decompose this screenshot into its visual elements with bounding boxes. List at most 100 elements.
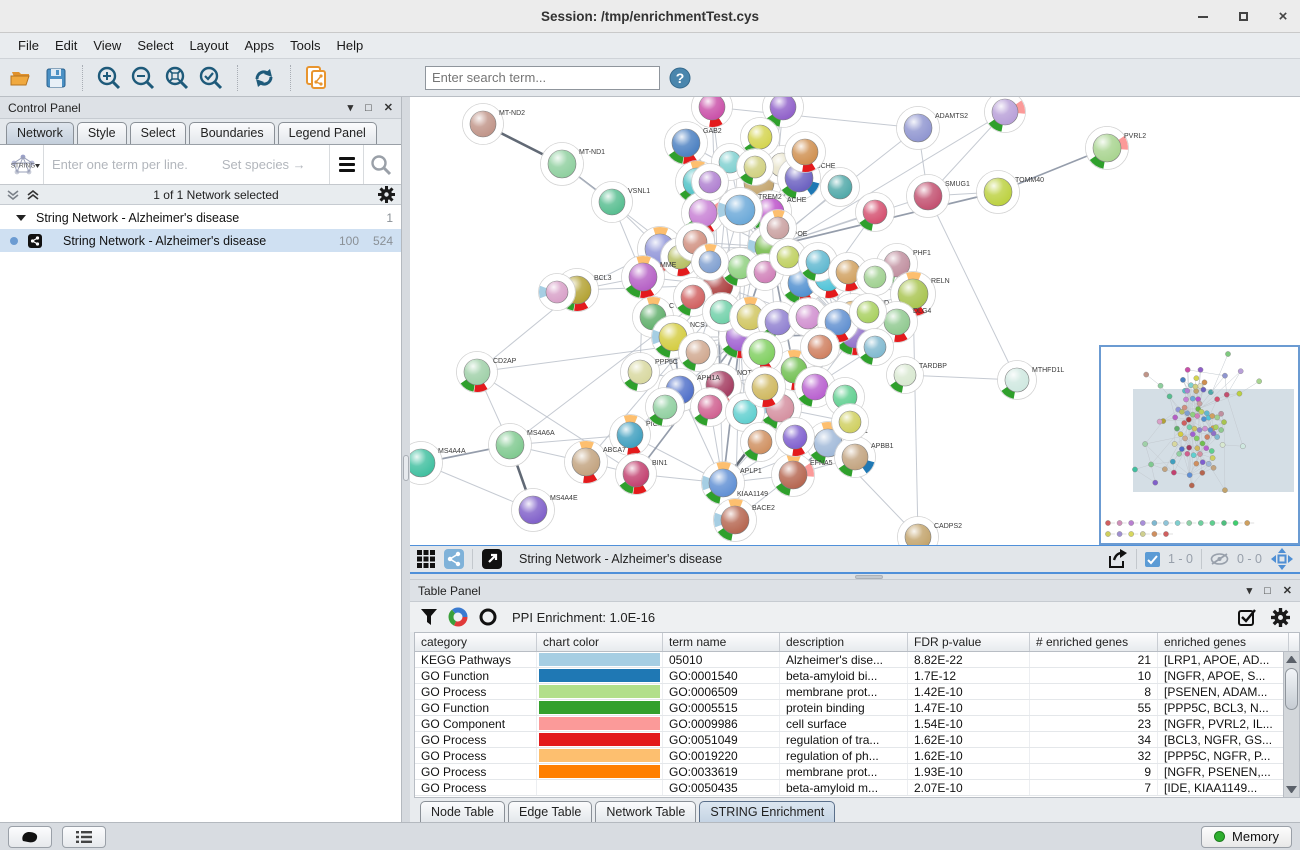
network-node[interactable]: MT-ND2	[463, 104, 526, 145]
network-node[interactable]: CADPS2	[898, 517, 963, 546]
scroll-up-icon[interactable]	[1286, 656, 1297, 663]
network-node[interactable]	[785, 132, 826, 173]
tasks-button[interactable]	[8, 826, 52, 848]
table-row[interactable]: GO ComponentGO:0009986cell surface1.54E-…	[415, 716, 1299, 732]
expand-all-icon[interactable]	[6, 188, 20, 202]
zoom-in-icon[interactable]	[95, 64, 123, 92]
export-network-icon[interactable]	[1106, 548, 1128, 570]
menu-file[interactable]: File	[10, 35, 47, 56]
scroll-thumb[interactable]	[1285, 668, 1298, 710]
network-node[interactable]	[801, 328, 840, 367]
network-node[interactable]	[985, 97, 1026, 133]
select-columns-icon[interactable]	[1238, 608, 1257, 627]
tab-string-enrichment[interactable]: STRING Enrichment	[699, 801, 835, 822]
network-node[interactable]	[821, 168, 860, 207]
tab-select[interactable]: Select	[130, 122, 187, 144]
table-row[interactable]: GO ProcessGO:0051049regulation of tra...…	[415, 732, 1299, 748]
column-header-FDR-p-value[interactable]: FDR p-value	[908, 633, 1030, 651]
minimize-button[interactable]	[1196, 10, 1210, 24]
vertical-splitter[interactable]	[402, 97, 410, 822]
table-scrollbar[interactable]	[1283, 652, 1299, 797]
network-node[interactable]	[741, 423, 780, 462]
network-node[interactable]	[745, 367, 786, 408]
table-panel-float-icon[interactable]: ▾	[1247, 584, 1253, 597]
column-header-enriched-genes[interactable]: enriched genes	[1158, 633, 1289, 651]
panel-float-icon[interactable]: ▾	[348, 101, 354, 114]
tab-style[interactable]: Style	[77, 122, 127, 144]
network-node[interactable]: MS4A6A	[489, 424, 555, 467]
help-icon[interactable]: ?	[666, 64, 694, 92]
table-row[interactable]: KEGG Pathways05010Alzheimer's dise...8.8…	[415, 652, 1299, 668]
column-header-category[interactable]: category	[415, 633, 537, 651]
menu-edit[interactable]: Edit	[47, 35, 85, 56]
network-node[interactable]	[692, 97, 733, 128]
copy-network-icon[interactable]	[303, 64, 331, 92]
network-node[interactable]: BIN1	[616, 454, 668, 495]
search-input[interactable]	[425, 66, 660, 90]
network-node[interactable]	[692, 244, 729, 281]
table-row[interactable]: GO ProcessGO:0050435beta-amyloid m...2.0…	[415, 780, 1299, 796]
network-node[interactable]: MME	[622, 256, 677, 299]
zoom-fit-icon[interactable]	[163, 64, 191, 92]
column-header-chart-color[interactable]: chart color	[537, 633, 663, 651]
scroll-down-icon[interactable]	[1286, 786, 1297, 793]
refresh-icon[interactable]	[250, 64, 278, 92]
share-network-icon[interactable]	[444, 549, 464, 569]
save-icon[interactable]	[42, 64, 70, 92]
network-options-gear-icon[interactable]	[378, 186, 395, 203]
network-node[interactable]: MTHFD1L	[998, 361, 1065, 400]
network-view[interactable]: MT-ND2MT-ND1VSNL1GAB2IRS1CHATABCA1BCHEAC…	[410, 97, 1300, 545]
menu-layout[interactable]: Layout	[181, 35, 236, 56]
horizontal-splitter[interactable]	[410, 574, 1300, 580]
string-logo-icon[interactable]: STRING	[4, 145, 44, 184]
table-row[interactable]: GO ProcessGO:0019220regulation of ph...1…	[415, 748, 1299, 764]
table-row[interactable]: GO ProcessGO:0033619membrane prot...1.93…	[415, 764, 1299, 780]
tab-network-table[interactable]: Network Table	[595, 801, 696, 822]
network-node[interactable]	[850, 294, 887, 331]
birds-eye-toggle-icon[interactable]	[1270, 547, 1294, 571]
birds-eye-view[interactable]	[1100, 346, 1299, 544]
network-node[interactable]: MS4A4E	[512, 489, 578, 532]
table-settings-gear-icon[interactable]	[1271, 608, 1290, 627]
network-node[interactable]	[857, 259, 894, 296]
panel-close-icon[interactable]: ✕	[384, 101, 393, 114]
tab-boundaries[interactable]: Boundaries	[189, 122, 274, 144]
network-node[interactable]	[691, 388, 730, 427]
task-list-button[interactable]	[62, 826, 106, 848]
column-header-description[interactable]: description	[780, 633, 908, 651]
network-node[interactable]: TOMM40	[977, 171, 1045, 214]
grid-view-icon[interactable]	[416, 549, 436, 569]
splitter-grip-h[interactable]	[855, 575, 883, 579]
table-row[interactable]: GO FunctionGO:0005515protein binding1.47…	[415, 700, 1299, 716]
splitter-grip[interactable]	[403, 455, 409, 481]
open-in-window-icon[interactable]	[481, 548, 503, 570]
network-node[interactable]	[692, 164, 729, 201]
network-node[interactable]	[832, 404, 869, 441]
table-panel-close-icon[interactable]: ✕	[1283, 584, 1292, 597]
string-query-placeholder[interactable]: Enter one term per line.	[52, 157, 188, 172]
network-node[interactable]: CD2AP	[457, 352, 517, 393]
menu-help[interactable]: Help	[329, 35, 372, 56]
maximize-button[interactable]	[1236, 10, 1250, 24]
network-tree-row[interactable]: String Network - Alzheimer's disease1	[0, 206, 401, 229]
tab-legend-panel[interactable]: Legend Panel	[278, 122, 377, 144]
close-button[interactable]: ×	[1276, 10, 1290, 24]
tab-network[interactable]: Network	[6, 122, 74, 144]
menu-apps[interactable]: Apps	[237, 35, 283, 56]
filter-icon[interactable]	[420, 608, 438, 626]
network-node[interactable]: TARDBP	[887, 357, 948, 394]
network-node[interactable]: VSNL1	[592, 182, 651, 223]
network-node[interactable]	[857, 329, 894, 366]
column-header-term-name[interactable]: term name	[663, 633, 780, 651]
column-header--enriched-genes[interactable]: # enriched genes	[1030, 633, 1158, 651]
network-node[interactable]	[679, 333, 718, 372]
network-tree-row[interactable]: String Network - Alzheimer's disease1005…	[0, 229, 401, 252]
network-node[interactable]: SMUG1	[907, 175, 971, 218]
table-row[interactable]: GO FunctionGO:0001540beta-amyloid bi...1…	[415, 668, 1299, 684]
table-row[interactable]: GO ProcessGO:0006509membrane prot...1.42…	[415, 684, 1299, 700]
set-species-hint[interactable]: Set species →	[222, 157, 306, 172]
network-node[interactable]: ADAMTS2	[897, 107, 969, 150]
network-node[interactable]: APLP1	[702, 462, 762, 505]
network-node[interactable]: APBB1	[835, 437, 894, 478]
network-node[interactable]	[856, 193, 895, 232]
